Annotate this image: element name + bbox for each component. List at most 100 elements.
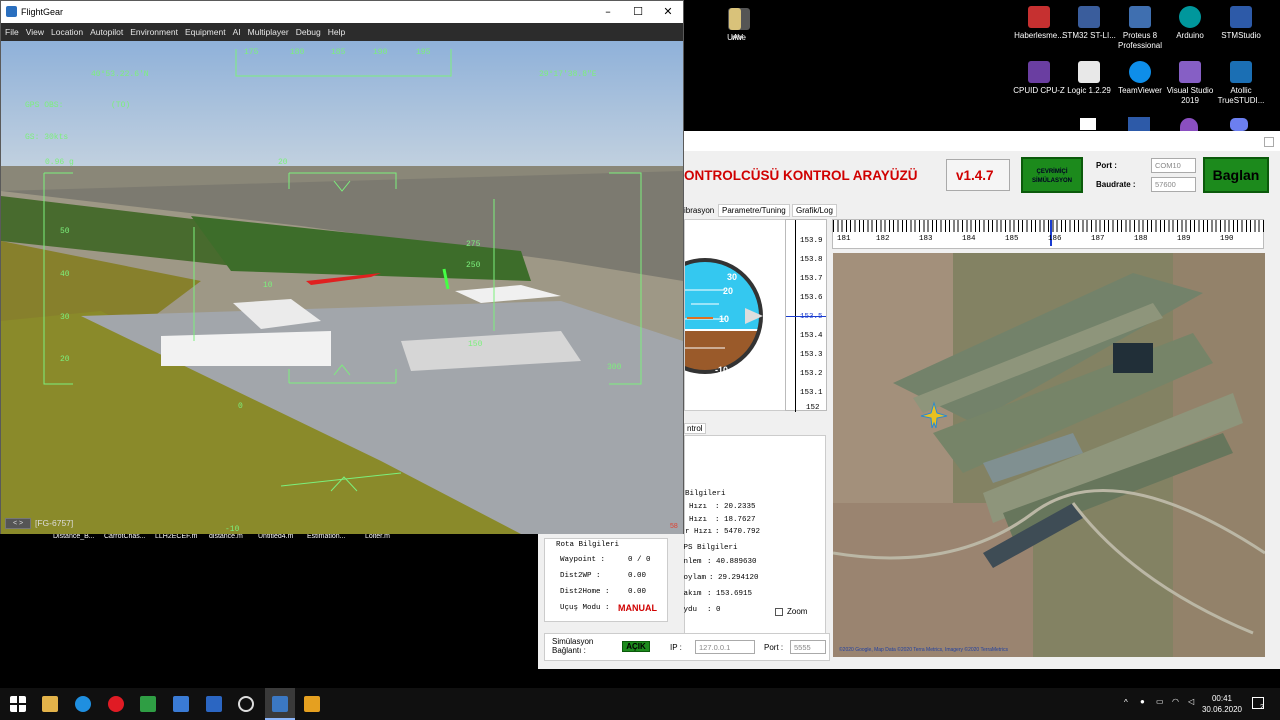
menu-equipment[interactable]: Equipment bbox=[185, 27, 226, 37]
alt-tick: 250 bbox=[466, 261, 481, 270]
tab-control[interactable]: ntrol bbox=[684, 423, 706, 434]
pitch-ladder-label: 10 bbox=[263, 281, 273, 290]
view-cycle-buttons[interactable]: < > bbox=[5, 518, 31, 529]
online-simulation-button[interactable]: ÇEVRİMİÇİ SİMÜLASYON bbox=[1021, 157, 1083, 193]
menu-debug[interactable]: Debug bbox=[296, 27, 321, 37]
heading-ticks bbox=[833, 220, 1265, 232]
speed-tick: 40 bbox=[60, 270, 70, 279]
flightgear-logo-icon bbox=[6, 6, 17, 17]
file-explorer-icon[interactable] bbox=[42, 696, 58, 712]
hud-overlay bbox=[43, 49, 642, 492]
gps-alt-value: : 153.6915 bbox=[707, 590, 753, 598]
heading-tick: 185 bbox=[331, 48, 346, 57]
speed-label: Hızı bbox=[689, 503, 708, 511]
partial-icon bbox=[1080, 118, 1096, 130]
hud-g-load: 0.96 g bbox=[45, 158, 74, 167]
desktop-icon-stmstudio[interactable]: STMStudio bbox=[1210, 6, 1272, 41]
security-shield-icon[interactable] bbox=[173, 696, 189, 712]
speed-section-title: Bilgileri bbox=[685, 490, 726, 498]
connect-button[interactable]: Baglan bbox=[1203, 157, 1269, 193]
hud-longitude: 29°17'38.8"E bbox=[539, 70, 597, 79]
zoom-checkbox[interactable] bbox=[775, 608, 783, 616]
menu-multiplayer[interactable]: Multiplayer bbox=[248, 27, 289, 37]
speed-tick: 30 bbox=[60, 313, 70, 322]
microphone-icon[interactable]: ● bbox=[1140, 697, 1145, 706]
close-icon[interactable]: ✕ bbox=[653, 1, 683, 23]
maximize-icon[interactable] bbox=[1264, 137, 1274, 147]
folder-icon bbox=[729, 8, 741, 30]
dist2home-value: 0.00 bbox=[628, 588, 647, 596]
speed-tick: 20 bbox=[60, 355, 70, 364]
matlab-icon[interactable] bbox=[304, 696, 320, 712]
port-select[interactable]: COM10 bbox=[1151, 158, 1196, 173]
sim-connection-state: AÇIK bbox=[622, 641, 650, 652]
app-icon[interactable] bbox=[140, 696, 156, 712]
volume-icon[interactable]: ◁ bbox=[1188, 697, 1194, 706]
heading-tick: 186 bbox=[1048, 235, 1062, 243]
pitch-label: -10 bbox=[715, 365, 729, 375]
battery-icon[interactable]: ▭ bbox=[1156, 697, 1164, 706]
heading-tick: 182 bbox=[876, 235, 890, 243]
satellite-map[interactable]: ©2020 Google, Map Data ©2020 Terra Metri… bbox=[833, 253, 1265, 657]
menu-ai[interactable]: AI bbox=[233, 27, 241, 37]
tab-calibration[interactable]: ibrasyon bbox=[684, 206, 714, 215]
desktop-file[interactable]: Untitled4.m bbox=[258, 533, 293, 540]
menu-autopilot[interactable]: Autopilot bbox=[90, 27, 123, 37]
maximize-icon[interactable]: ☐ bbox=[623, 1, 653, 23]
flight-viewport[interactable]: 175 180 185 190 195 40°53.22.6'N 29°17'3… bbox=[1, 41, 683, 534]
heading-tick: 190 bbox=[373, 48, 388, 57]
attitude-indicator-panel: 30 20 10 -10 bbox=[647, 219, 786, 411]
baudrate-label: Baudrate : bbox=[1096, 180, 1136, 189]
desktop-file[interactable]: Loiter.m bbox=[365, 533, 390, 540]
app-icon[interactable] bbox=[206, 696, 222, 712]
waypoint-label: Waypoint : bbox=[560, 556, 606, 564]
alt-current-line bbox=[786, 316, 826, 317]
clock-time[interactable]: 00:41 bbox=[1200, 694, 1244, 704]
alt-tick: 153.3 bbox=[800, 351, 823, 359]
alt-tick: 153.2 bbox=[800, 370, 823, 378]
fps-counter: 58 bbox=[670, 523, 678, 530]
pitch-ladder-label: 0 bbox=[238, 402, 243, 411]
desktop-file[interactable]: CarrotChas... bbox=[104, 533, 146, 540]
clock-date[interactable]: 30.06.2020 bbox=[1200, 705, 1244, 715]
desktop-file[interactable]: LLH2ECEF.m bbox=[155, 533, 197, 540]
tab-parameter-tuning[interactable]: Parametre/Tuning bbox=[718, 204, 790, 217]
network-icon[interactable]: ◠ bbox=[1172, 697, 1179, 706]
desktop-file[interactable]: Distance_B... bbox=[53, 533, 95, 540]
gcs-app-icon[interactable] bbox=[272, 696, 288, 712]
clock-app-icon[interactable] bbox=[238, 696, 254, 712]
menu-location[interactable]: Location bbox=[51, 27, 83, 37]
alt-tick: 153.8 bbox=[800, 256, 823, 264]
pitch-ladder-label: -10 bbox=[225, 525, 240, 534]
sim-port-input[interactable]: 5555 bbox=[790, 640, 826, 654]
ip-input[interactable]: 127.0.0.1 bbox=[695, 640, 755, 654]
opera-icon[interactable] bbox=[108, 696, 124, 712]
discord-icon bbox=[1230, 118, 1248, 131]
heading-tick: 190 bbox=[1220, 235, 1234, 243]
tab-graph-log[interactable]: Grafik/Log bbox=[792, 204, 837, 217]
windows-start-icon[interactable] bbox=[10, 696, 26, 712]
hud-gps-to: (TO) bbox=[111, 101, 131, 110]
desktop-icon-uav[interactable]: UAV bbox=[704, 8, 766, 43]
alt-tick: 152 bbox=[806, 404, 820, 412]
alt-tick-current: 153.5 bbox=[800, 313, 823, 321]
version-label: v1.4.7 bbox=[956, 168, 994, 183]
baudrate-select[interactable]: 57600 bbox=[1151, 177, 1196, 192]
desktop-icon-atollic[interactable]: Atollic TrueSTUDI... bbox=[1210, 61, 1272, 106]
gps-section-title: GPS Bilgileri bbox=[679, 544, 738, 552]
altitude-tape: 153.9 153.8 153.7 153.6 153.5 153.4 153.… bbox=[785, 219, 827, 412]
desktop-file[interactable]: Estimation... bbox=[307, 533, 346, 540]
chevron-up-icon[interactable]: ^ bbox=[1124, 698, 1128, 707]
hud-alt-300: 300 bbox=[607, 363, 622, 372]
menu-view[interactable]: View bbox=[26, 27, 44, 37]
desktop-file[interactable]: distance.m bbox=[209, 533, 243, 540]
minimize-icon[interactable]: – bbox=[593, 1, 623, 23]
ip-label: IP : bbox=[670, 643, 682, 652]
gps-lat-value: : 40.889630 bbox=[707, 558, 757, 566]
edge-icon[interactable] bbox=[75, 696, 91, 712]
dist2home-label: Dist2Home : bbox=[560, 588, 610, 596]
route-info-group: Rota Bilgileri Waypoint : 0 / 0 Dist2WP … bbox=[544, 538, 668, 622]
menu-environment[interactable]: Environment bbox=[130, 27, 178, 37]
menu-help[interactable]: Help bbox=[328, 27, 345, 37]
menu-file[interactable]: File bbox=[5, 27, 19, 37]
